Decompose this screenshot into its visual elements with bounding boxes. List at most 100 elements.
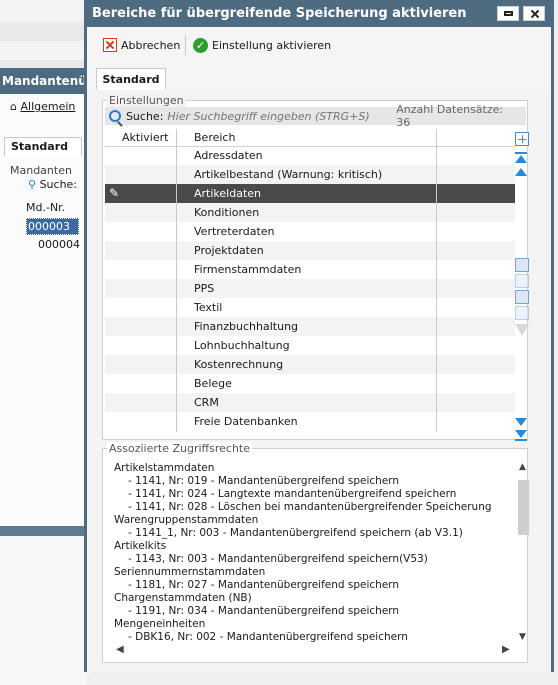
area-cell: Vertreterdaten	[194, 225, 275, 238]
activated-cell[interactable]	[105, 241, 175, 260]
background-search[interactable]: ⚲ Suche:	[28, 178, 77, 191]
grid-row[interactable]: Vertreterdaten	[105, 222, 515, 241]
search-icon	[109, 110, 121, 122]
activated-cell[interactable]	[105, 203, 175, 222]
maximize-button[interactable]	[497, 6, 519, 21]
tab-page: Einstellungen Suche: Anzahl Datensätze: …	[87, 90, 551, 672]
right-category: Warengruppenstammdaten	[114, 514, 259, 526]
background-toolbar-general[interactable]: ⌂ Allgemein	[10, 100, 75, 113]
activate-setting-button[interactable]: ✓ Einstellung aktivieren	[193, 35, 331, 55]
grid-row[interactable]: Firmenstammdaten	[105, 260, 515, 279]
activated-cell[interactable]	[105, 412, 175, 431]
scroll-to-bottom-icon[interactable]	[515, 430, 529, 444]
export-icon[interactable]	[515, 258, 529, 272]
checkmark-icon: ✓	[193, 37, 208, 53]
column-divider	[176, 129, 177, 432]
table-icon[interactable]	[515, 306, 529, 320]
grid-row[interactable]: CRM	[105, 393, 515, 412]
grid-row[interactable]: Freie Datenbanken	[105, 412, 515, 431]
activated-cell[interactable]	[105, 336, 175, 355]
right-category: Chargenstammdaten (NB)	[114, 592, 252, 604]
background-window: Mandantenüb ⌂ Allgemein Standard Mandant…	[0, 0, 92, 685]
dialog-title: Bereiche für übergreifende Speicherung a…	[92, 6, 467, 21]
right-entry: - 1141_1, Nr: 003 - Mandantenübergreifen…	[128, 527, 463, 539]
column-header-area[interactable]: Bereich	[194, 131, 235, 144]
grid-row[interactable]: Textil	[105, 298, 515, 317]
column-header-activated[interactable]: Aktiviert	[122, 131, 168, 144]
grid-settings-icon[interactable]	[515, 132, 529, 146]
activated-cell[interactable]: ✎	[105, 184, 175, 203]
activated-cell[interactable]	[105, 165, 175, 184]
grid-row[interactable]: Adressdaten	[105, 146, 515, 165]
area-cell: CRM	[194, 396, 219, 409]
grid-row[interactable]: ✎ Artikeldaten	[105, 184, 515, 203]
background-column-header: Md.-Nr.	[26, 201, 66, 214]
scroll-to-top-icon[interactable]	[515, 152, 529, 166]
tab-standard[interactable]: Standard	[96, 68, 166, 90]
activated-cell[interactable]	[105, 355, 175, 374]
right-category: Artikelstammdaten	[114, 462, 215, 474]
background-row[interactable]: 000004	[38, 238, 80, 251]
area-cell: Freie Datenbanken	[194, 415, 298, 428]
area-cell: Kostenrechnung	[194, 358, 284, 371]
background-row-selected[interactable]: 000003	[26, 218, 79, 235]
home-icon: ⌂	[10, 100, 21, 113]
chevron-up-icon[interactable]: ▲	[519, 462, 526, 472]
rights-vertical-scrollbar[interactable]: ▲ ▼	[517, 462, 529, 646]
filter-icon[interactable]	[515, 324, 529, 336]
search-bar: Suche: Anzahl Datensätze: 36	[105, 103, 526, 129]
activate-areas-dialog: Bereiche für übergreifende Speicherung a…	[84, 0, 554, 672]
cancel-label: Abbrechen	[121, 38, 181, 52]
activated-cell[interactable]	[105, 317, 175, 336]
search-input[interactable]	[167, 109, 397, 123]
activated-cell[interactable]	[105, 298, 175, 317]
activated-cell[interactable]	[105, 222, 175, 241]
grid-row[interactable]: Projektdaten	[105, 241, 515, 260]
chevron-left-icon[interactable]: ◀	[116, 644, 124, 655]
right-entry: - 1141, Nr: 019 - Mandantenübergreifend …	[128, 475, 400, 487]
rights-horizontal-scrollbar[interactable]: ◀ ▶	[114, 644, 514, 658]
right-entry: - 1141, Nr: 024 - Langtexte mandantenübe…	[128, 488, 457, 500]
area-cell: Artikeldaten	[194, 187, 261, 200]
dialog-toolbar: Abbrechen ✓ Einstellung aktivieren	[87, 27, 551, 64]
activate-setting-label: Einstellung aktivieren	[212, 38, 332, 52]
area-cell: Lohnbuchhaltung	[194, 339, 290, 352]
dialog-titlebar[interactable]: Bereiche für übergreifende Speicherung a…	[87, 0, 551, 27]
grid-row[interactable]: Belege	[105, 374, 515, 393]
chevron-down-icon[interactable]: ▼	[519, 632, 526, 642]
chevron-right-icon[interactable]: ▶	[502, 644, 510, 655]
print-icon[interactable]	[515, 274, 529, 288]
grid-row[interactable]: Finanzbuchhaltung	[105, 317, 515, 336]
right-entry: - DBK16, Nr: 002 - Mandantenübergreifend…	[128, 631, 408, 643]
column-chooser-icon[interactable]	[515, 290, 529, 304]
right-entry: - 1181, Nr: 027 - Mandantenübergreifend …	[128, 579, 400, 591]
toolbar-separator	[185, 35, 186, 55]
rights-list: Artikelstammdaten - 1141, Nr: 019 - Manda…	[114, 462, 514, 644]
area-cell: Artikelbestand (Warnung: kritisch)	[194, 168, 383, 181]
grid-row[interactable]: Artikelbestand (Warnung: kritisch)	[105, 165, 515, 184]
scroll-down-icon[interactable]	[515, 418, 527, 426]
background-tab-standard[interactable]: Standard	[4, 137, 82, 156]
activated-cell[interactable]	[105, 146, 175, 165]
settings-group-label: Einstellungen	[107, 94, 186, 107]
activated-cell[interactable]	[105, 393, 175, 412]
cancel-button[interactable]: Abbrechen	[103, 35, 180, 55]
edit-icon: ✎	[109, 186, 120, 200]
right-entry: - 1141, Nr: 028 - Löschen bei mandantenü…	[128, 501, 492, 513]
activated-cell[interactable]	[105, 374, 175, 393]
grid-header: Aktiviert Bereich	[105, 129, 515, 147]
area-cell: Adressdaten	[194, 149, 263, 162]
background-window-client	[0, 94, 87, 526]
activated-cell[interactable]	[105, 279, 175, 298]
grid-row[interactable]: Konditionen	[105, 203, 515, 222]
grid-row[interactable]: PPS	[105, 279, 515, 298]
scroll-up-icon[interactable]	[515, 168, 527, 176]
grid-row[interactable]: Kostenrechnung	[105, 355, 515, 374]
area-cell: Belege	[194, 377, 232, 390]
grid-row[interactable]: Lohnbuchhaltung	[105, 336, 515, 355]
scrollbar-thumb[interactable]	[518, 480, 529, 535]
area-cell: Konditionen	[194, 206, 260, 219]
right-entry: - 1143, Nr: 003 - Mandantenübergreifend …	[128, 553, 428, 565]
close-button[interactable]	[523, 6, 545, 21]
activated-cell[interactable]	[105, 260, 175, 279]
